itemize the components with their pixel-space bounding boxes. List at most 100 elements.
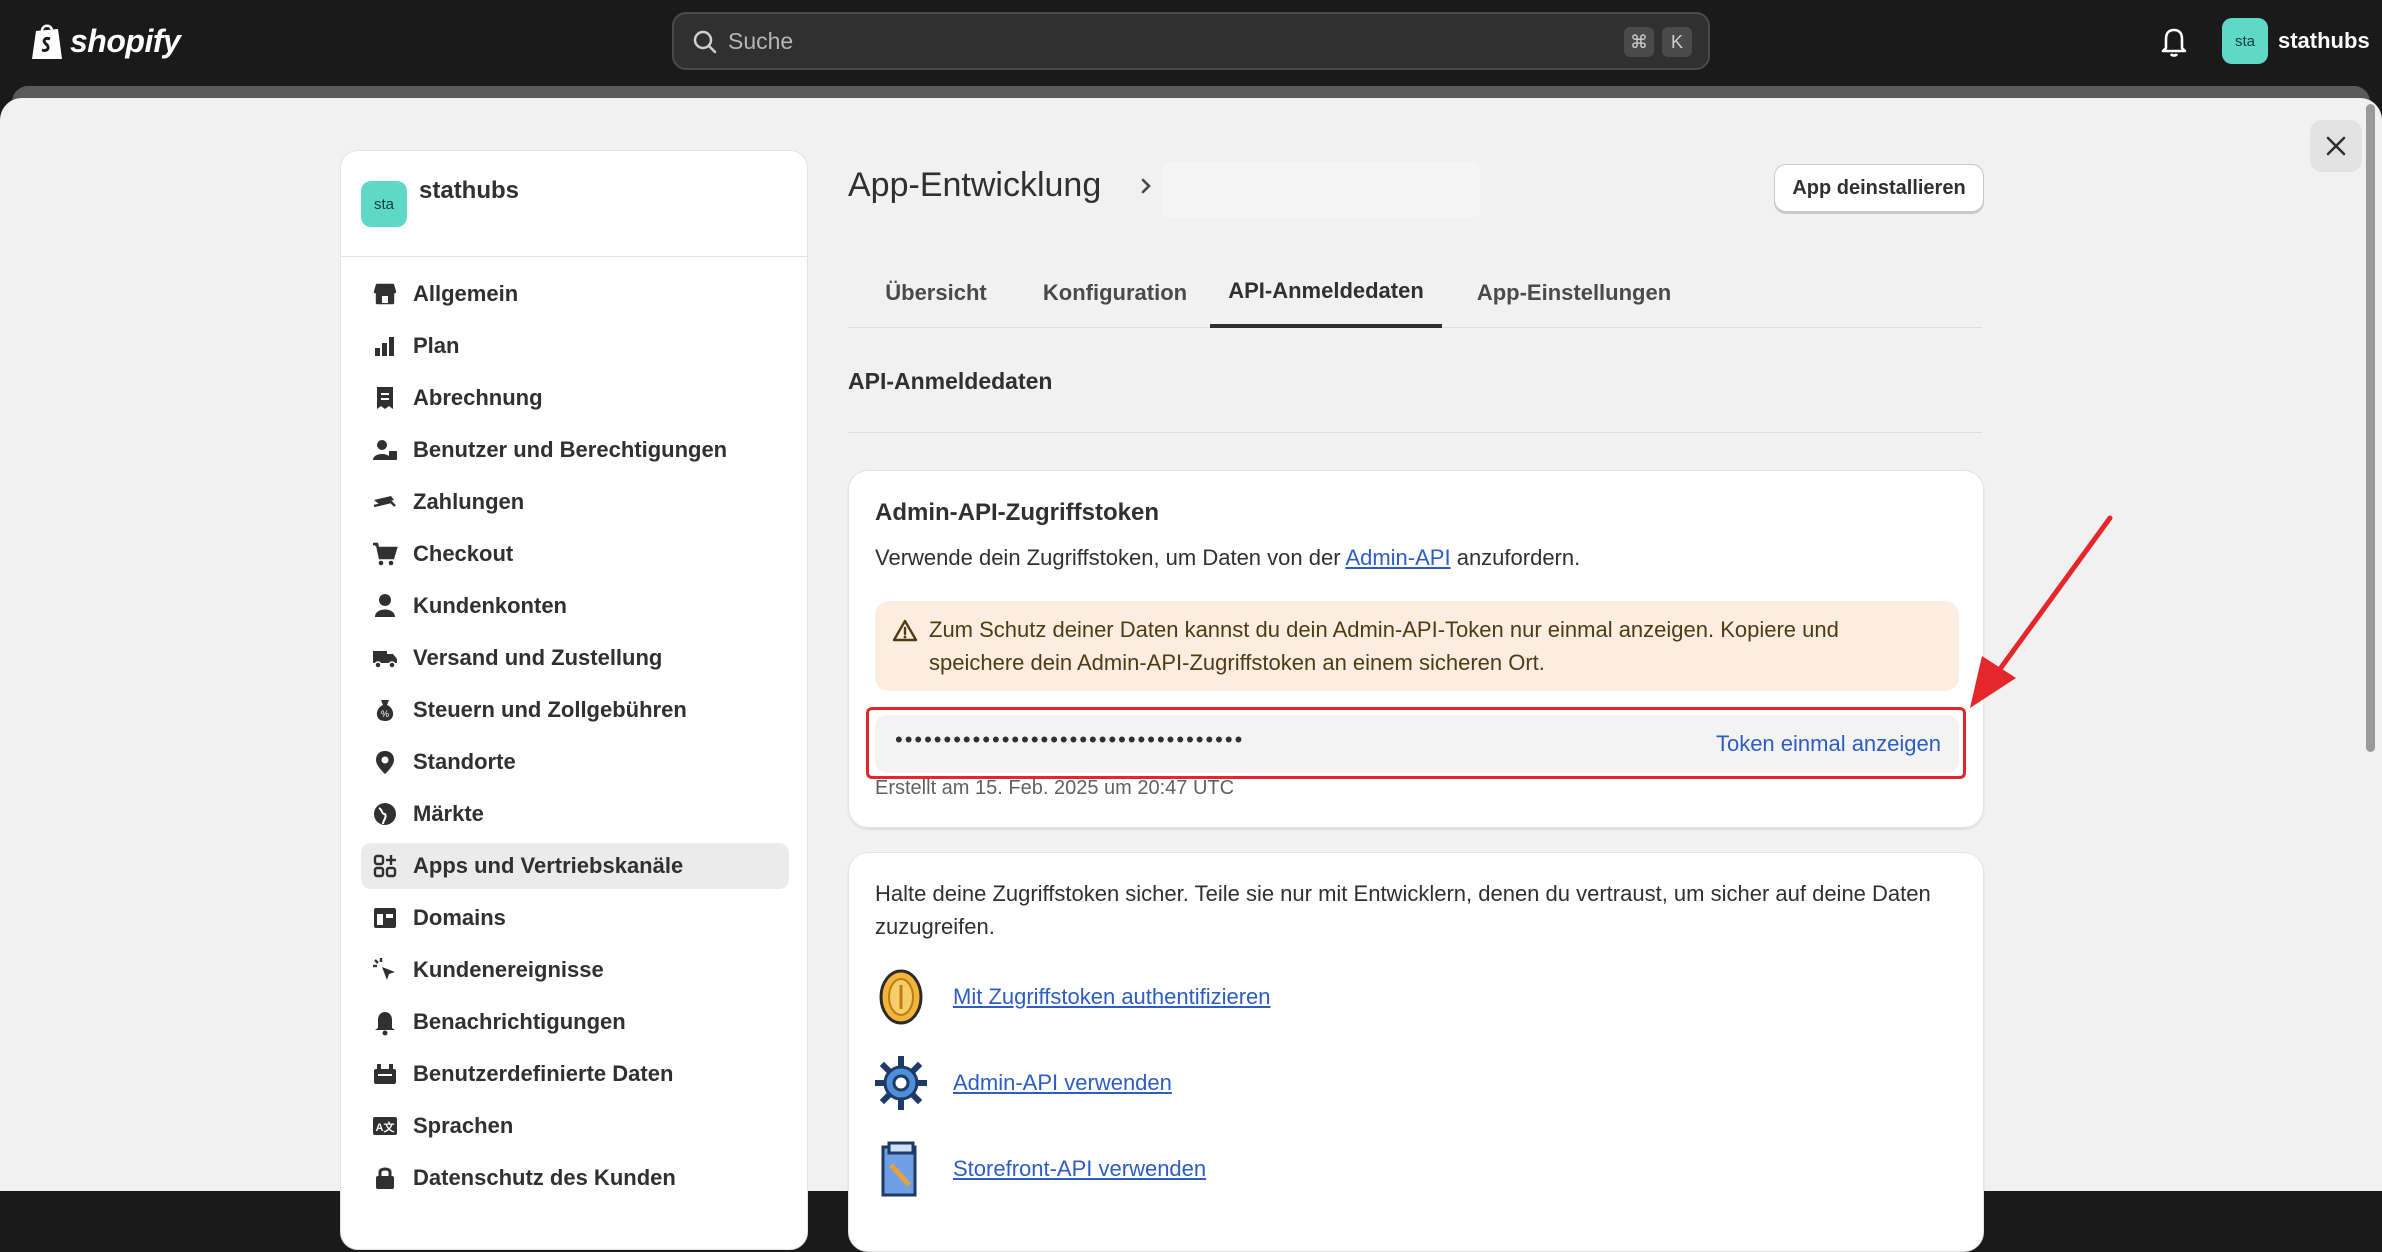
sidebar-item-domains[interactable]: Domains bbox=[361, 895, 789, 941]
close-button[interactable] bbox=[2310, 120, 2362, 172]
sidebar-nav: Allgemein Plan Abrechnung Benutzer und Bere… bbox=[361, 271, 789, 1207]
svg-text:%: % bbox=[381, 709, 389, 719]
page-title[interactable]: App-Entwicklung bbox=[848, 166, 1101, 205]
person-icon bbox=[375, 594, 395, 617]
sidebar-item-allgemein[interactable]: Allgemein bbox=[361, 271, 789, 317]
sidebar-item-zahlungen[interactable]: Zahlungen bbox=[361, 479, 789, 525]
tab-configuration[interactable]: Konfiguration bbox=[1024, 258, 1206, 328]
bell-icon[interactable] bbox=[2158, 24, 2190, 58]
shopify-logo[interactable]: shopify bbox=[30, 18, 181, 64]
coin-icon bbox=[879, 969, 923, 1025]
user-menu[interactable]: sta stathubs bbox=[2222, 18, 2370, 64]
database-icon bbox=[374, 1064, 396, 1084]
close-icon bbox=[2326, 136, 2346, 156]
bell-icon bbox=[375, 1012, 395, 1036]
sidebar-item-benachrichtigungen[interactable]: Benachrichtigungen bbox=[361, 999, 789, 1045]
app-name-redacted bbox=[1162, 162, 1480, 218]
sidebar-item-apps-und-vertriebskanäle[interactable]: Apps und Vertriebskanäle bbox=[361, 843, 789, 889]
svg-text:A文: A文 bbox=[376, 1120, 396, 1134]
auth-with-token-link[interactable]: Mit Zugriffstoken authentifizieren bbox=[953, 984, 1271, 1010]
scrollbar[interactable] bbox=[2366, 104, 2375, 752]
top-bar: shopify ⌘ K sta stathubs bbox=[0, 0, 2382, 84]
sidebar-item-checkout[interactable]: Checkout bbox=[361, 531, 789, 577]
shopify-bag-icon bbox=[32, 24, 62, 59]
search-input[interactable] bbox=[726, 14, 1586, 68]
sidebar-item-kundenkonten[interactable]: Kundenkonten bbox=[361, 583, 789, 629]
card-title: Admin-API-Zugriffstoken bbox=[875, 499, 1159, 526]
sidebar-item-label: Versand und Zustellung bbox=[413, 645, 663, 670]
storefront-api-usage-link[interactable]: Storefront-API verwenden bbox=[953, 1156, 1206, 1182]
created-timestamp: Erstellt am 15. Feb. 2025 um 20:47 UTC bbox=[875, 777, 1235, 799]
sidebar-item-label: Abrechnung bbox=[413, 385, 543, 410]
shortcut-k-key: K bbox=[1662, 27, 1692, 57]
sidebar-item-label: Kundenereignisse bbox=[413, 957, 604, 982]
sidebar-item-label: Apps und Vertriebskanäle bbox=[413, 853, 684, 878]
uninstall-app-button[interactable]: App deinstallieren bbox=[1774, 164, 1984, 212]
plan-icon bbox=[375, 337, 394, 356]
avatar: sta bbox=[2222, 18, 2268, 64]
sidebar-item-abrechnung[interactable]: Abrechnung bbox=[361, 375, 789, 421]
users-icon bbox=[373, 440, 397, 460]
desc-text-end: anzufordern. bbox=[1450, 545, 1581, 570]
tab-api-credentials[interactable]: API-Anmeldedaten bbox=[1210, 258, 1442, 328]
sidebar-item-benutzerdefinierte-daten[interactable]: Benutzerdefinierte Daten bbox=[361, 1051, 789, 1097]
warning-banner: Zum Schutz deiner Daten kannst du dein A… bbox=[875, 601, 1959, 691]
sidebar-item-label: Datenschutz des Kunden bbox=[413, 1165, 676, 1190]
sidebar-item-steuern-und-zollgebühren[interactable]: % Steuern und Zollgebühren bbox=[361, 687, 789, 733]
card-description: Verwende dein Zugriffstoken, um Daten vo… bbox=[875, 545, 1580, 571]
truck-icon bbox=[373, 651, 397, 669]
domain-icon bbox=[374, 908, 396, 928]
sidebar-item-datenschutz-des-kunden[interactable]: Datenschutz des Kunden bbox=[361, 1155, 789, 1201]
store-name: stathubs bbox=[419, 177, 520, 204]
warning-text: Zum Schutz deiner Daten kannst du dein A… bbox=[929, 617, 1839, 675]
cart-icon bbox=[373, 542, 398, 566]
section-title: API-Anmeldedaten bbox=[848, 368, 1053, 394]
globe-icon bbox=[374, 803, 396, 825]
sidebar-item-sprachen[interactable]: A文 Sprachen bbox=[361, 1103, 789, 1149]
money-bag-icon: % bbox=[376, 700, 394, 721]
resource-link-row[interactable]: Storefront-API verwenden bbox=[875, 1139, 1206, 1199]
store-icon bbox=[373, 283, 397, 305]
sidebar-item-märkte[interactable]: Märkte bbox=[361, 791, 789, 837]
apps-icon bbox=[373, 854, 397, 878]
shortcut-cmd-key: ⌘ bbox=[1624, 27, 1654, 57]
location-icon bbox=[376, 751, 394, 774]
admin-api-link[interactable]: Admin-API bbox=[1345, 545, 1450, 570]
language-icon: A文 bbox=[373, 1117, 397, 1135]
sidebar-item-label: Plan bbox=[413, 333, 460, 358]
admin-api-usage-link[interactable]: Admin-API verwenden bbox=[953, 1070, 1172, 1096]
sidebar-store-header: sta stathubs bbox=[341, 151, 807, 257]
sidebar-item-label: Benutzer und Berechtigungen bbox=[413, 437, 728, 462]
sidebar-item-label: Benachrichtigungen bbox=[413, 1009, 626, 1034]
resource-link-row[interactable]: Admin-API verwenden bbox=[875, 1053, 1172, 1113]
sidebar-item-plan[interactable]: Plan bbox=[361, 323, 789, 369]
sidebar-item-label: Märkte bbox=[413, 801, 484, 826]
sidebar-item-label: Standorte bbox=[413, 749, 516, 774]
desc-text: Verwende dein Zugriffstoken, um Daten vo… bbox=[875, 545, 1346, 570]
sidebar-item-standorte[interactable]: Standorte bbox=[361, 739, 789, 785]
store-avatar: sta bbox=[361, 181, 407, 227]
logo-text: shopify bbox=[70, 22, 181, 59]
sidebar-item-benutzer-und-berechtigungen[interactable]: Benutzer und Berechtigungen bbox=[361, 427, 789, 473]
scroll-icon bbox=[881, 1141, 917, 1197]
annotation-arrow-icon bbox=[1970, 515, 2113, 708]
tab-overview[interactable]: Übersicht bbox=[848, 258, 1024, 328]
sidebar-item-label: Checkout bbox=[413, 541, 514, 566]
sidebar-item-versand-und-zustellung[interactable]: Versand und Zustellung bbox=[361, 635, 789, 681]
sidebar-item-label: Zahlungen bbox=[413, 489, 525, 514]
sidebar-item-label: Steuern und Zollgebühren bbox=[413, 697, 687, 722]
gear-icon bbox=[875, 1056, 927, 1110]
search-bar[interactable]: ⌘ K bbox=[672, 12, 1710, 70]
tab-app-settings[interactable]: App-Einstellungen bbox=[1448, 258, 1700, 328]
user-name: stathubs bbox=[2278, 28, 2370, 53]
sidebar-item-kundenereignisse[interactable]: Kundenereignisse bbox=[361, 947, 789, 993]
warning-icon bbox=[892, 619, 918, 642]
resource-link-row[interactable]: Mit Zugriffstoken authentifizieren bbox=[875, 967, 1271, 1027]
tab-bar: Übersicht Konfiguration API-Anmeldedaten… bbox=[848, 258, 1982, 328]
info-text: Halte deine Zugriffstoken sicher. Teile … bbox=[875, 881, 1931, 939]
settings-sidebar: sta stathubs Allgemein Plan Abrechnung Benu… bbox=[340, 150, 808, 1250]
search-icon bbox=[693, 30, 717, 54]
cursor-click-icon bbox=[373, 958, 395, 980]
chevron-right-icon bbox=[1141, 178, 1151, 194]
lock-icon bbox=[376, 1167, 394, 1189]
